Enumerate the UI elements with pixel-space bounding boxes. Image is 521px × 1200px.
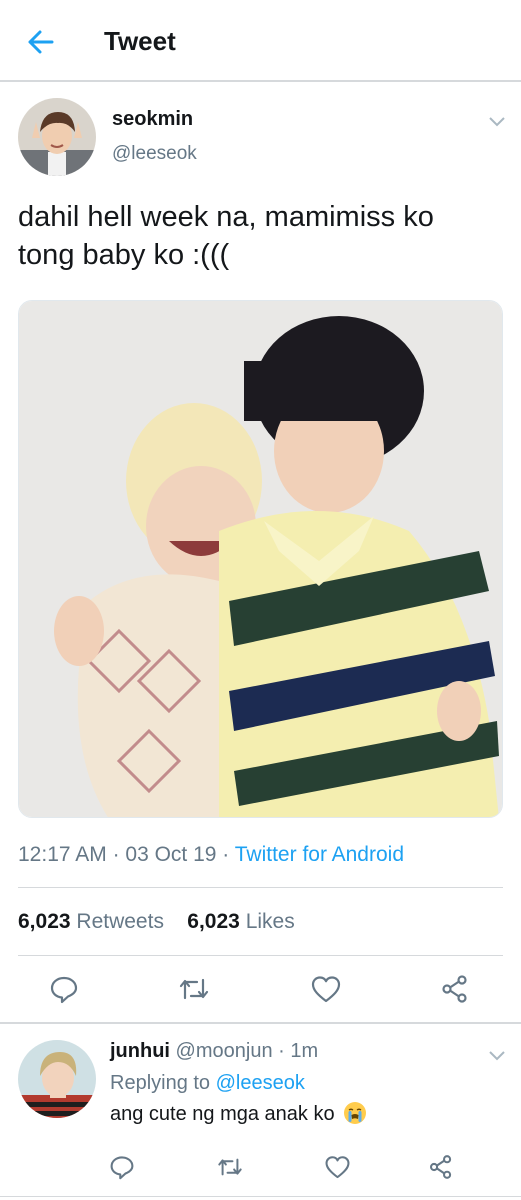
share-icon (442, 975, 467, 1003)
reply-reply-button[interactable] (107, 1152, 137, 1182)
chevron-down-icon (489, 1051, 505, 1061)
retweet-button[interactable] (176, 971, 212, 1007)
retweet-icon (218, 1158, 242, 1176)
tweet-source-link[interactable]: Twitter for Android (235, 843, 404, 866)
avatar[interactable] (18, 98, 96, 176)
share-icon (429, 1155, 452, 1179)
divider (18, 887, 503, 888)
likes-label: Likes (245, 910, 295, 933)
tweet-text: dahil hell week na, mamimiss ko tong bab… (18, 201, 434, 271)
back-button[interactable] (22, 24, 58, 60)
reply-author-name[interactable]: junhui (110, 1040, 170, 1062)
tweet-date: 03 Oct 19 (125, 843, 217, 866)
tweet-menu-button[interactable] (486, 110, 508, 132)
retweets-count: 6,023 (18, 910, 71, 933)
reply-text: ang cute ng mga anak ko (110, 1102, 367, 1126)
heart-icon (325, 1156, 349, 1179)
tweet-timestamp: 12:17 AM · 03 Oct 19 · Twitter for Andro… (18, 843, 404, 867)
reply-menu-button[interactable] (486, 1044, 508, 1066)
reply-retweet-button[interactable] (215, 1152, 245, 1182)
replying-to-handle[interactable]: @leeseok (216, 1072, 305, 1094)
tweet-photo[interactable] (18, 300, 503, 818)
divider (0, 1196, 521, 1197)
meta-separator: · (106, 843, 126, 866)
author-name[interactable]: seokmin (112, 108, 193, 131)
photo-image (19, 301, 502, 817)
page-title: Tweet (104, 26, 176, 56)
tweet-time: 12:17 AM (18, 843, 107, 866)
tweet-stats: 6,023 Retweets 6,023 Likes (18, 910, 295, 934)
likes-stat[interactable]: 6,023 Likes (187, 910, 294, 933)
reply-age: 1m (290, 1040, 319, 1062)
retweet-icon (179, 978, 209, 1000)
replying-to-prefix: Replying to (110, 1072, 211, 1094)
divider (0, 1022, 521, 1024)
meta-separator: · (272, 1040, 291, 1062)
reply-avatar[interactable] (18, 1040, 96, 1118)
reply-share-button[interactable] (426, 1152, 456, 1182)
reply-text-body: ang cute ng mga anak ko (110, 1103, 335, 1125)
speech-bubble-icon (50, 976, 78, 1004)
reply-author-handle[interactable]: @moonjun (176, 1040, 273, 1062)
reply-button[interactable] (46, 971, 82, 1007)
likes-count: 6,023 (187, 910, 240, 933)
reply-like-button[interactable] (322, 1152, 352, 1182)
meta-separator: · (216, 843, 235, 866)
replying-to: Replying to @leeseok (110, 1072, 305, 1095)
divider (18, 955, 503, 956)
reply-author: junhui @moonjun · 1m (110, 1040, 318, 1063)
crying-face-emoji (344, 1102, 367, 1124)
retweets-label: Retweets (76, 910, 164, 933)
arrow-left-icon (28, 30, 54, 54)
retweets-stat[interactable]: 6,023 Retweets (18, 910, 164, 933)
like-button[interactable] (308, 971, 344, 1007)
author-handle[interactable]: @leeseok (112, 143, 197, 165)
heart-icon (311, 976, 341, 1003)
top-bar: Tweet (0, 0, 521, 82)
chevron-down-icon (489, 117, 505, 127)
speech-bubble-icon (110, 1156, 134, 1180)
share-button[interactable] (437, 971, 473, 1007)
